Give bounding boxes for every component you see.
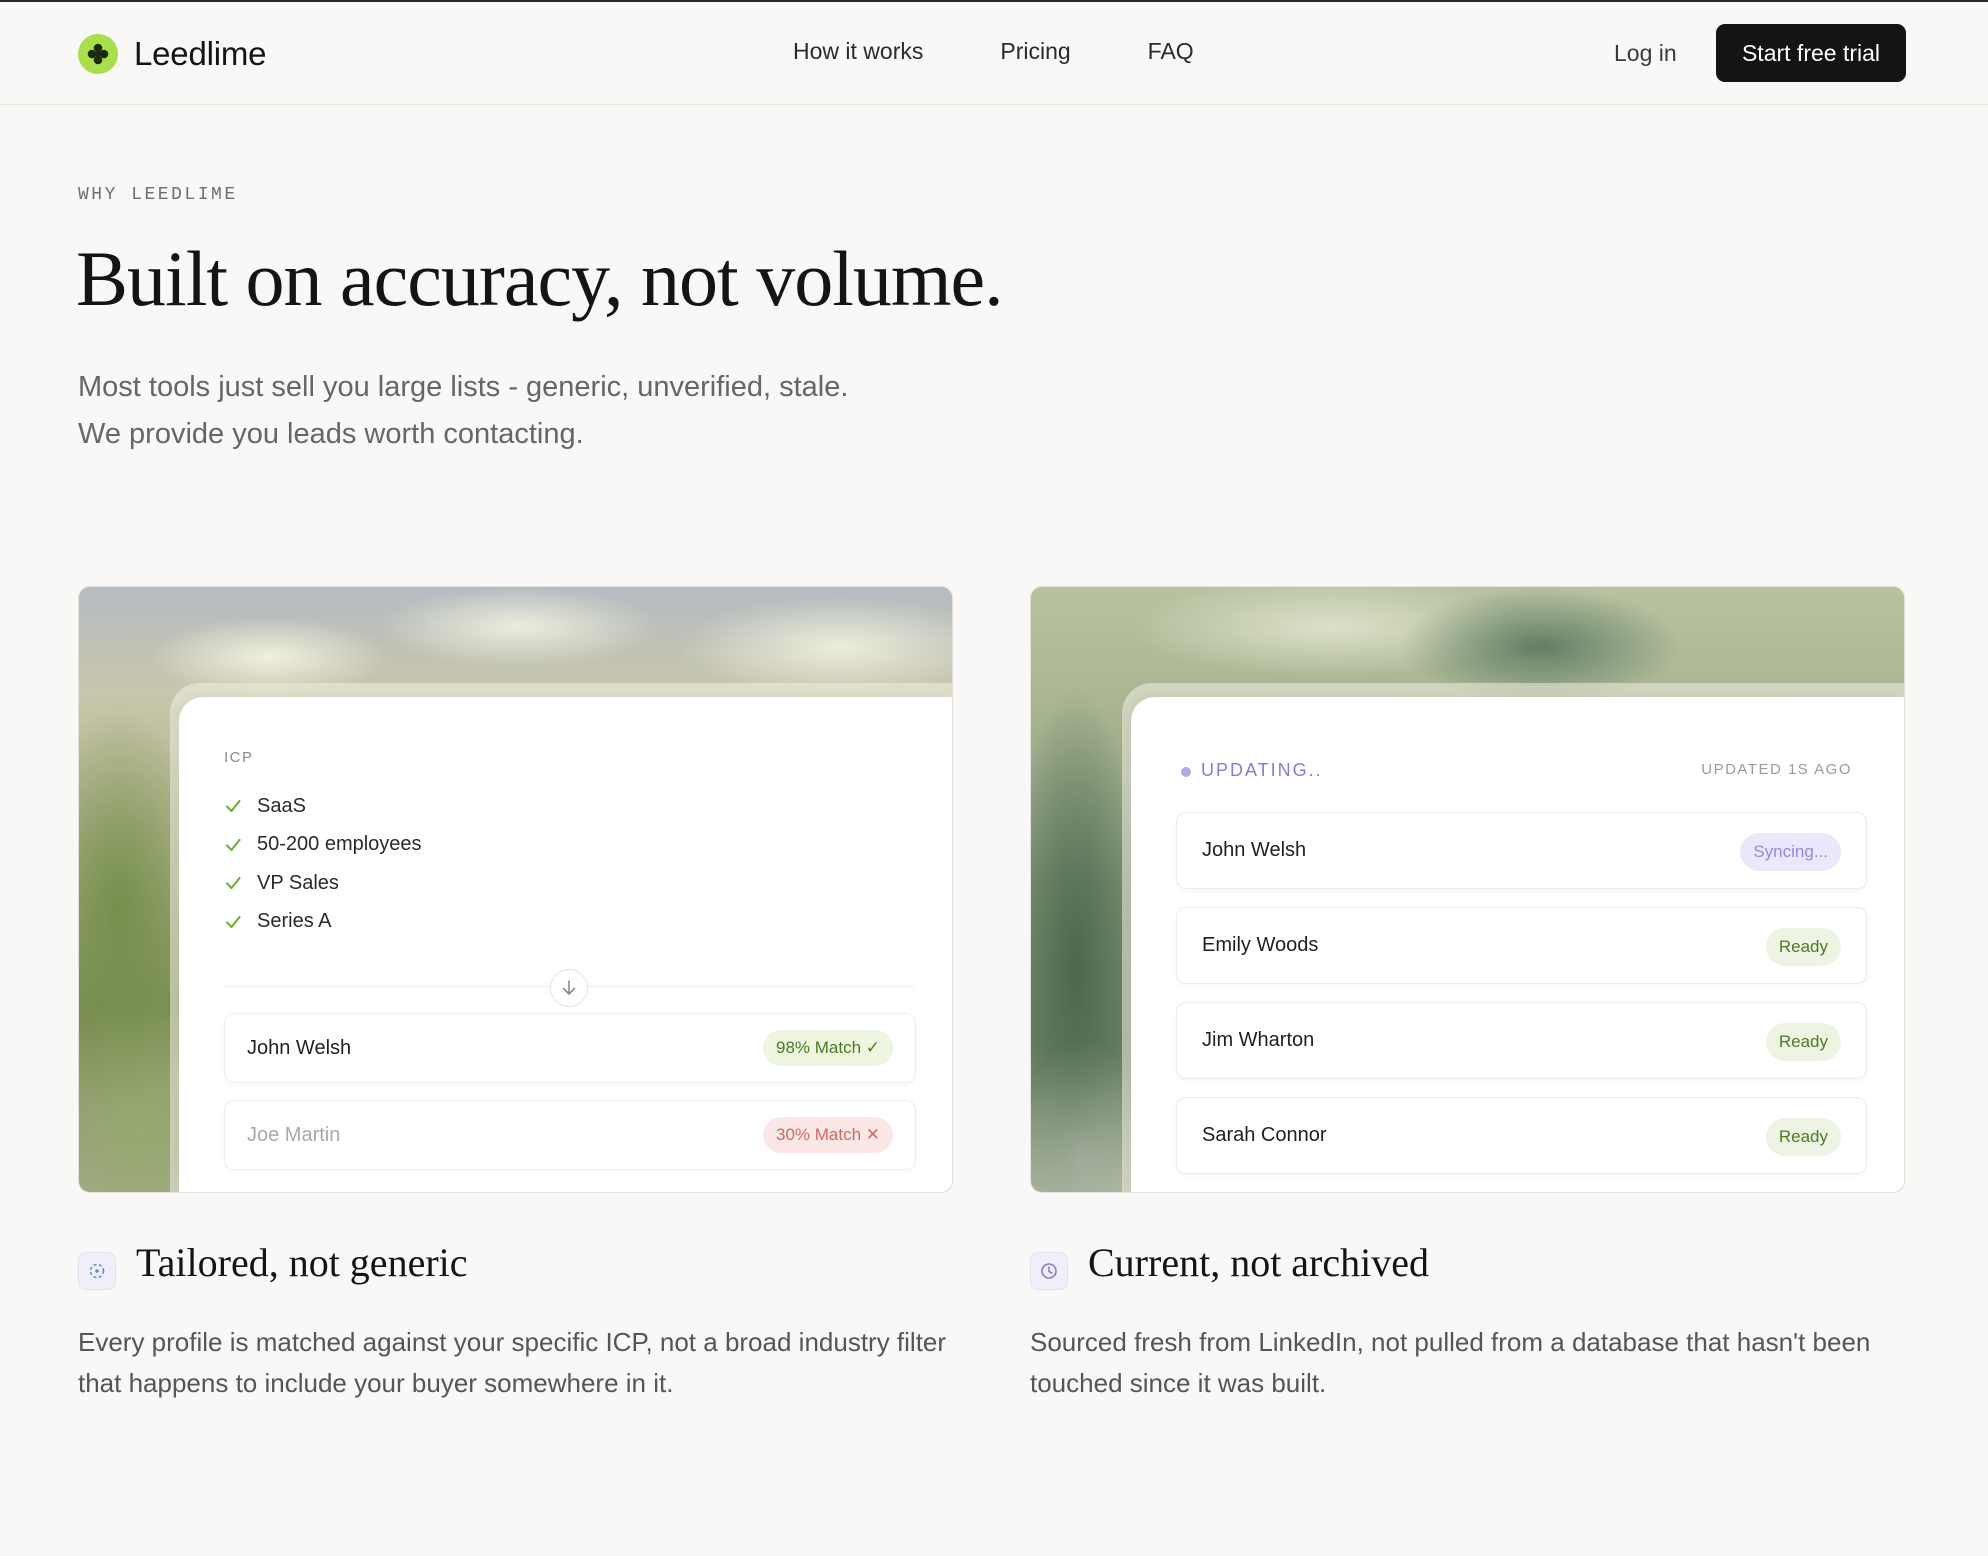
- brand[interactable]: Leedlime: [78, 33, 267, 75]
- match-score-badge: 30% Match ✕: [762, 1117, 893, 1153]
- lead-row[interactable]: Emily Woods Ready: [1176, 907, 1867, 984]
- nav-link-pricing[interactable]: Pricing: [1000, 38, 1070, 65]
- clover-logo-icon: [78, 34, 118, 74]
- lead-status-badge: Ready: [1765, 1023, 1841, 1061]
- icp-criterion: 50-200 employees: [224, 826, 422, 865]
- top-nav: Leedlime How it works Pricing FAQ Log in…: [0, 2, 1988, 105]
- check-icon: [225, 915, 241, 928]
- start-free-trial-button[interactable]: Start free trial: [1716, 24, 1906, 82]
- feature-title-current: Current, not archived: [1088, 1240, 1429, 1285]
- lead-name: Emily Woods: [1202, 934, 1319, 956]
- nav-link-faq[interactable]: FAQ: [1148, 38, 1194, 65]
- icp-criterion-text: SaaS: [257, 794, 306, 817]
- arrow-down-icon: [550, 969, 588, 1007]
- nav-link-how-it-works[interactable]: How it works: [793, 38, 923, 65]
- lead-row[interactable]: John Welsh Syncing...: [1176, 812, 1867, 889]
- match-name: Joe Martin: [247, 1124, 341, 1146]
- sync-status-card: UPDATING.. UPDATED 1S AGO John Welsh Syn…: [1030, 586, 1905, 1193]
- match-row[interactable]: Joe Martin 30% Match ✕: [224, 1100, 916, 1170]
- match-name: John Welsh: [247, 1037, 352, 1059]
- lead-status-badge: Ready: [1765, 1118, 1841, 1156]
- clock-icon: [1030, 1252, 1068, 1290]
- sync-panel: UPDATING.. UPDATED 1S AGO John Welsh Syn…: [1131, 697, 1904, 1192]
- section-subtitle: Most tools just sell you large lists - g…: [78, 364, 978, 458]
- icp-panel: ICP SaaS 50-200 employees VP Sales Serie…: [179, 697, 952, 1192]
- section-headline: Built on accuracy, not volume.: [76, 235, 1004, 322]
- login-link[interactable]: Log in: [1614, 40, 1677, 67]
- check-icon: [225, 877, 241, 890]
- icp-criterion-text: Series A: [257, 910, 332, 933]
- feature-body-current: Sourced fresh from LinkedIn, not pulled …: [1030, 1327, 1871, 1398]
- icp-criterion: VP Sales: [224, 864, 422, 903]
- match-score-badge: 98% Match ✓: [762, 1030, 893, 1066]
- lead-name: Jim Wharton: [1202, 1029, 1315, 1051]
- sync-status: UPDATING..: [1201, 760, 1323, 780]
- subtitle-line-2: We provide you leads worth contacting.: [78, 418, 584, 450]
- divider: [224, 967, 914, 1007]
- lead-name: Sarah Connor: [1202, 1124, 1327, 1146]
- check-icon: [225, 800, 241, 813]
- feature-body-tailored: Every profile is matched against your sp…: [78, 1327, 947, 1398]
- nav-links: How it works Pricing FAQ: [793, 38, 1271, 65]
- icp-criterion: SaaS: [224, 787, 422, 826]
- lead-status-badge: Syncing...: [1740, 833, 1841, 871]
- section-eyebrow: WHY LEEDLIME: [78, 185, 238, 205]
- lead-row[interactable]: Jim Wharton Ready: [1176, 1002, 1867, 1079]
- brand-name: Leedlime: [134, 35, 267, 72]
- lead-status-badge: Ready: [1765, 928, 1841, 966]
- icp-criterion-text: 50-200 employees: [257, 833, 422, 856]
- icp-label: ICP: [224, 749, 254, 766]
- icp-match-card: ICP SaaS 50-200 employees VP Sales Serie…: [78, 586, 953, 1193]
- lead-name: John Welsh: [1202, 839, 1307, 861]
- icp-criterion: Series A: [224, 903, 422, 942]
- check-icon: [225, 838, 241, 851]
- subtitle-line-1: Most tools just sell you large lists - g…: [78, 371, 849, 403]
- icp-criterion-text: VP Sales: [257, 871, 339, 894]
- lead-row[interactable]: Sarah Connor Ready: [1176, 1097, 1867, 1174]
- match-row[interactable]: John Welsh 98% Match ✓: [224, 1013, 916, 1083]
- icp-criteria-list: SaaS 50-200 employees VP Sales Series A: [224, 787, 422, 941]
- status-dot-icon: [1181, 767, 1191, 777]
- updated-timestamp: UPDATED 1S AGO: [1701, 761, 1852, 778]
- feature-title-tailored: Tailored, not generic: [136, 1240, 468, 1285]
- target-icon: [78, 1252, 116, 1290]
